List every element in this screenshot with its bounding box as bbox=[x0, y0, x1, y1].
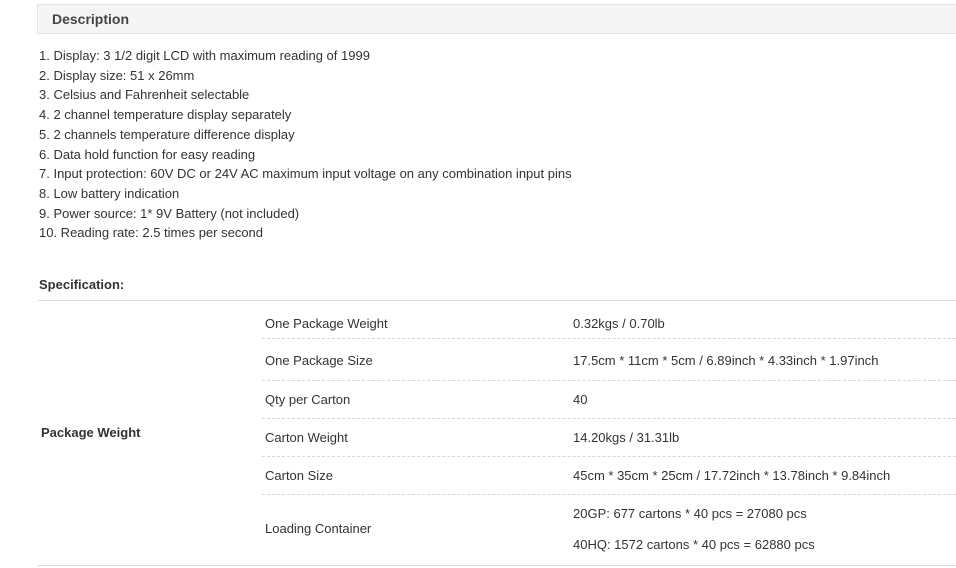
description-header: Description bbox=[37, 4, 956, 34]
spec-row-package-weight: One Package Weight 0.32kgs / 0.70lb bbox=[262, 301, 956, 339]
spec-row-package-size: One Package Size 17.5cm * 11cm * 5cm / 6… bbox=[262, 339, 956, 381]
spec-group-label: Package Weight bbox=[41, 425, 141, 440]
specification-title: Specification: bbox=[39, 277, 125, 292]
spec-row-carton-weight: Carton Weight 14.20kgs / 31.31lb bbox=[262, 419, 956, 457]
description-item: 8. Low battery indication bbox=[39, 185, 180, 201]
spec-table-bottom-divider bbox=[38, 565, 956, 566]
description-item: 5. 2 channels temperature difference dis… bbox=[39, 126, 295, 142]
spec-value: 40HQ: 1572 cartons * 40 pcs = 62880 pcs bbox=[573, 537, 815, 552]
description-item: 6. Data hold function for easy reading bbox=[39, 146, 256, 162]
spec-value: 20GP: 677 cartons * 40 pcs = 27080 pcs bbox=[573, 506, 807, 521]
spec-key: Loading Container bbox=[265, 521, 372, 536]
description-item: 7. Input protection: 60V DC or 24V AC ma… bbox=[39, 166, 572, 182]
spec-value: 14.20kgs / 31.31lb bbox=[573, 430, 680, 445]
description-list: 1. Display: 3 1/2 digit LCD with maximum… bbox=[39, 46, 572, 243]
description-item: 1. Display: 3 1/2 digit LCD with maximum… bbox=[39, 48, 370, 63]
spec-value: 45cm * 35cm * 25cm / 17.72inch * 13.78in… bbox=[573, 468, 891, 483]
spec-row-carton-size: Carton Size 45cm * 35cm * 25cm / 17.72in… bbox=[262, 457, 956, 495]
description-item: 9. Power source: 1* 9V Battery (not incl… bbox=[39, 205, 300, 221]
description-item: 3. Celsius and Fahrenheit selectable bbox=[39, 87, 250, 103]
description-item: 2. Display size: 51 x 26mm bbox=[39, 67, 195, 83]
spec-key: One Package Size bbox=[265, 353, 373, 368]
spec-value: 17.5cm * 11cm * 5cm / 6.89inch * 4.33inc… bbox=[573, 353, 879, 368]
spec-key: Qty per Carton bbox=[265, 392, 351, 407]
description-item: 10. Reading rate: 2.5 times per second bbox=[39, 225, 264, 241]
spec-row-loading-container: Loading Container 20GP: 677 cartons * 40… bbox=[262, 495, 956, 565]
spec-row-qty-per-carton: Qty per Carton 40 bbox=[262, 381, 956, 419]
spec-key: Carton Weight bbox=[265, 430, 348, 445]
spec-key: One Package Weight bbox=[265, 316, 388, 331]
spec-value: 40 bbox=[573, 392, 588, 407]
description-item: 4. 2 channel temperature display separat… bbox=[39, 107, 292, 123]
spec-value: 0.32kgs / 0.70lb bbox=[573, 316, 665, 331]
spec-key: Carton Size bbox=[265, 468, 333, 483]
description-title: Description bbox=[52, 11, 130, 27]
